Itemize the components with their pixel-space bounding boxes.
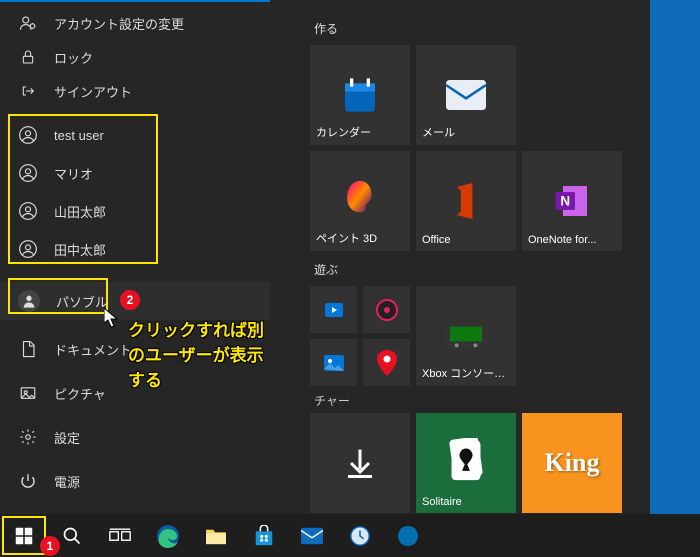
user-name: 田中太郎 [54, 240, 106, 259]
current-user-name: パソブル [56, 292, 108, 311]
svg-text:N: N [560, 194, 570, 209]
tile-solitaire[interactable]: Solitaire [416, 413, 516, 513]
menu-label: 設定 [54, 428, 80, 447]
calendar-icon [340, 75, 380, 115]
settings[interactable]: 設定 [0, 420, 270, 454]
taskbar-app[interactable] [384, 514, 432, 557]
tile-label: カレンダー [316, 124, 371, 140]
tile-photos[interactable] [310, 339, 357, 386]
paint3d-icon [342, 181, 378, 221]
power-icon [18, 471, 38, 491]
download-icon [342, 445, 378, 481]
annotation-badge-1: 1 [40, 536, 60, 556]
task-view-button[interactable] [96, 514, 144, 557]
user-avatar-icon [18, 201, 38, 221]
user-name: test user [54, 128, 104, 143]
tile-xbox[interactable]: Xbox コンソール... [416, 286, 516, 386]
start-tiles-pane: 作る カレンダー メール ペイント 3D [270, 0, 650, 514]
onenote-icon: N [554, 183, 590, 219]
account-settings-icon [18, 13, 38, 33]
taskbar-store[interactable] [240, 514, 288, 557]
tile-maps[interactable] [363, 339, 410, 386]
user-avatar-icon [18, 239, 38, 259]
photos-icon [322, 351, 346, 375]
menu-label: アカウント設定の変更 [54, 14, 184, 33]
user-name: 山田太郎 [54, 202, 106, 221]
menu-label: ピクチャ [54, 384, 106, 403]
document-icon [18, 339, 38, 359]
start-menu: アカウント設定の変更 ロック サインアウト test user [0, 0, 650, 514]
user-switch-item[interactable]: 田中太郎 [0, 230, 270, 268]
king-logo: King [545, 448, 600, 478]
alpha-header-partial: チャー [314, 392, 640, 409]
user-switch-item[interactable]: マリオ [0, 154, 270, 192]
tile-paint3d[interactable]: ペイント 3D [310, 151, 410, 251]
solitaire-icon [446, 438, 486, 488]
tile-download[interactable] [310, 413, 410, 513]
tile-group-header[interactable]: 作る [314, 20, 640, 37]
menu-label: ドキュメント [54, 340, 132, 359]
user-name: マリオ [54, 164, 93, 183]
current-user-avatar [18, 290, 40, 312]
tile-movies[interactable] [310, 286, 357, 333]
start-left-pane: アカウント設定の変更 ロック サインアウト test user [0, 0, 270, 514]
power[interactable]: 電源 [0, 464, 270, 498]
tile-group-header[interactable]: 遊ぶ [314, 261, 640, 278]
start-button[interactable]: 1 [0, 514, 48, 557]
lock[interactable]: ロック [0, 40, 270, 74]
xbox-icon [446, 322, 486, 350]
tile-label: メール [422, 124, 455, 140]
tile-label: Xbox コンソール... [422, 365, 512, 381]
tile-calendar[interactable]: カレンダー [310, 45, 410, 145]
change-account-settings[interactable]: アカウント設定の変更 [0, 6, 270, 40]
sign-out[interactable]: サインアウト [0, 74, 270, 108]
tile-label: Solitaire [422, 496, 462, 508]
taskbar-mail[interactable] [288, 514, 336, 557]
menu-label: 電源 [54, 472, 80, 491]
annotation-badge-2: 2 [120, 290, 140, 310]
taskbar-edge[interactable] [144, 514, 192, 557]
tile-label: Office [422, 234, 451, 246]
documents[interactable]: ドキュメント [0, 332, 270, 366]
user-switch-item[interactable]: test user [0, 116, 270, 154]
tile-label: OneNote for... [528, 234, 596, 246]
menu-label: ロック [54, 48, 93, 67]
taskbar-explorer[interactable] [192, 514, 240, 557]
user-avatar-icon [18, 125, 38, 145]
lock-icon [18, 47, 38, 67]
signout-icon [18, 81, 38, 101]
maps-icon [377, 350, 397, 376]
office-icon [450, 183, 482, 219]
tile-label: ペイント 3D [316, 230, 377, 246]
groove-icon [375, 298, 399, 322]
pictures[interactable]: ピクチャ [0, 376, 270, 410]
tile-office[interactable]: Office [416, 151, 516, 251]
tile-king[interactable]: King [522, 413, 622, 513]
taskbar: 1 [0, 514, 700, 557]
pictures-icon [18, 383, 38, 403]
gear-icon [18, 427, 38, 447]
movies-icon [322, 298, 346, 322]
mail-icon [446, 80, 486, 110]
tile-onenote[interactable]: N OneNote for... [522, 151, 622, 251]
taskbar-clock[interactable] [336, 514, 384, 557]
tile-groove[interactable] [363, 286, 410, 333]
menu-label: サインアウト [54, 82, 132, 101]
user-switch-item[interactable]: 山田太郎 [0, 192, 270, 230]
user-avatar-icon [18, 163, 38, 183]
tile-mail[interactable]: メール [416, 45, 516, 145]
